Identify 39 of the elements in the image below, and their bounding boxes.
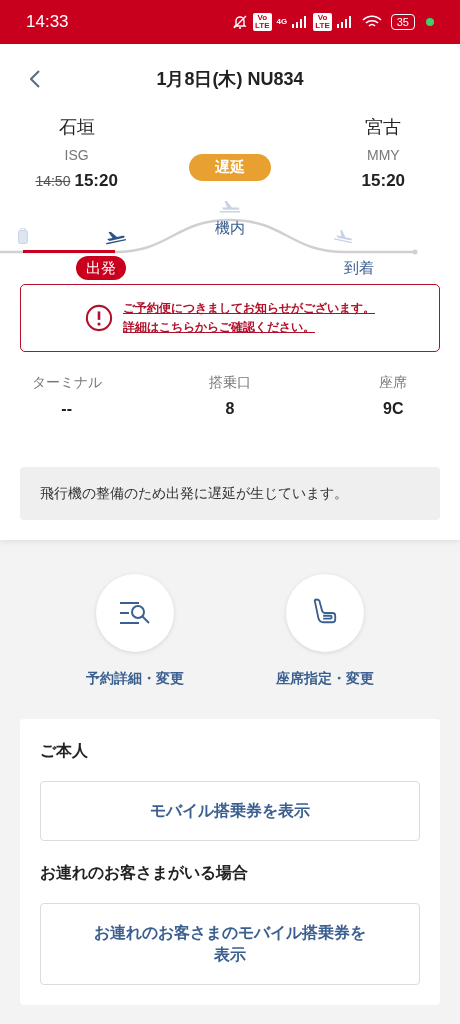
- boarding-pass-button[interactable]: お連れのお客さまのモバイル搭乗券を表示: [40, 902, 420, 985]
- back-icon: [30, 70, 40, 88]
- departure-city: 石垣: [58, 116, 95, 139]
- info-value: 8: [225, 398, 235, 419]
- info-value: --: [61, 398, 72, 419]
- signal-icon: [336, 16, 353, 28]
- wifi-icon: [361, 15, 382, 29]
- scheduled-time: 14:50: [35, 172, 71, 191]
- signal-icon: [292, 16, 309, 28]
- network-type: 4G: [276, 16, 288, 28]
- flight-title: 1月8日(木) NU834: [156, 67, 304, 91]
- list-search-icon: [119, 600, 151, 625]
- action-button[interactable]: 予約詳細・変更: [40, 573, 230, 689]
- clock-time: 14:33: [26, 11, 69, 34]
- stage-label: 機内: [215, 217, 245, 238]
- arrival-city: 宮古: [365, 116, 402, 139]
- section-heading: お連れのお客さまがいる場合: [40, 862, 249, 883]
- stage-label: 到着: [343, 257, 374, 278]
- volte-badge: Vo LTE: [253, 13, 272, 31]
- action-button[interactable]: 座席指定・変更: [230, 573, 420, 689]
- info-label: 搭乗口: [209, 372, 251, 392]
- section-heading: ご本人: [40, 740, 89, 761]
- volte-badge: Vo LTE: [313, 13, 332, 31]
- battery-indicator: 35: [390, 14, 415, 30]
- boarding-pass-button[interactable]: モバイル搭乗券を表示: [40, 780, 420, 841]
- info-label: 座席: [379, 372, 408, 392]
- arrival-code: MMY: [367, 146, 400, 165]
- info-value: 9C: [383, 398, 404, 419]
- departure-code: ISG: [64, 146, 89, 165]
- suitcase-icon: [18, 227, 28, 244]
- muted-bell-icon: [232, 14, 249, 30]
- info-label: ターミナル: [31, 372, 102, 392]
- arrival-time: 15:20: [361, 170, 406, 192]
- departure-time: 15:20: [74, 170, 118, 192]
- plane-icon: [219, 199, 241, 213]
- delay-message: 飛行機の整備のため出発に遅延が生じています。: [20, 466, 440, 520]
- delay-badge: 遅延: [189, 154, 271, 181]
- stage-label: 出発: [76, 255, 127, 280]
- alert-icon: [85, 303, 113, 332]
